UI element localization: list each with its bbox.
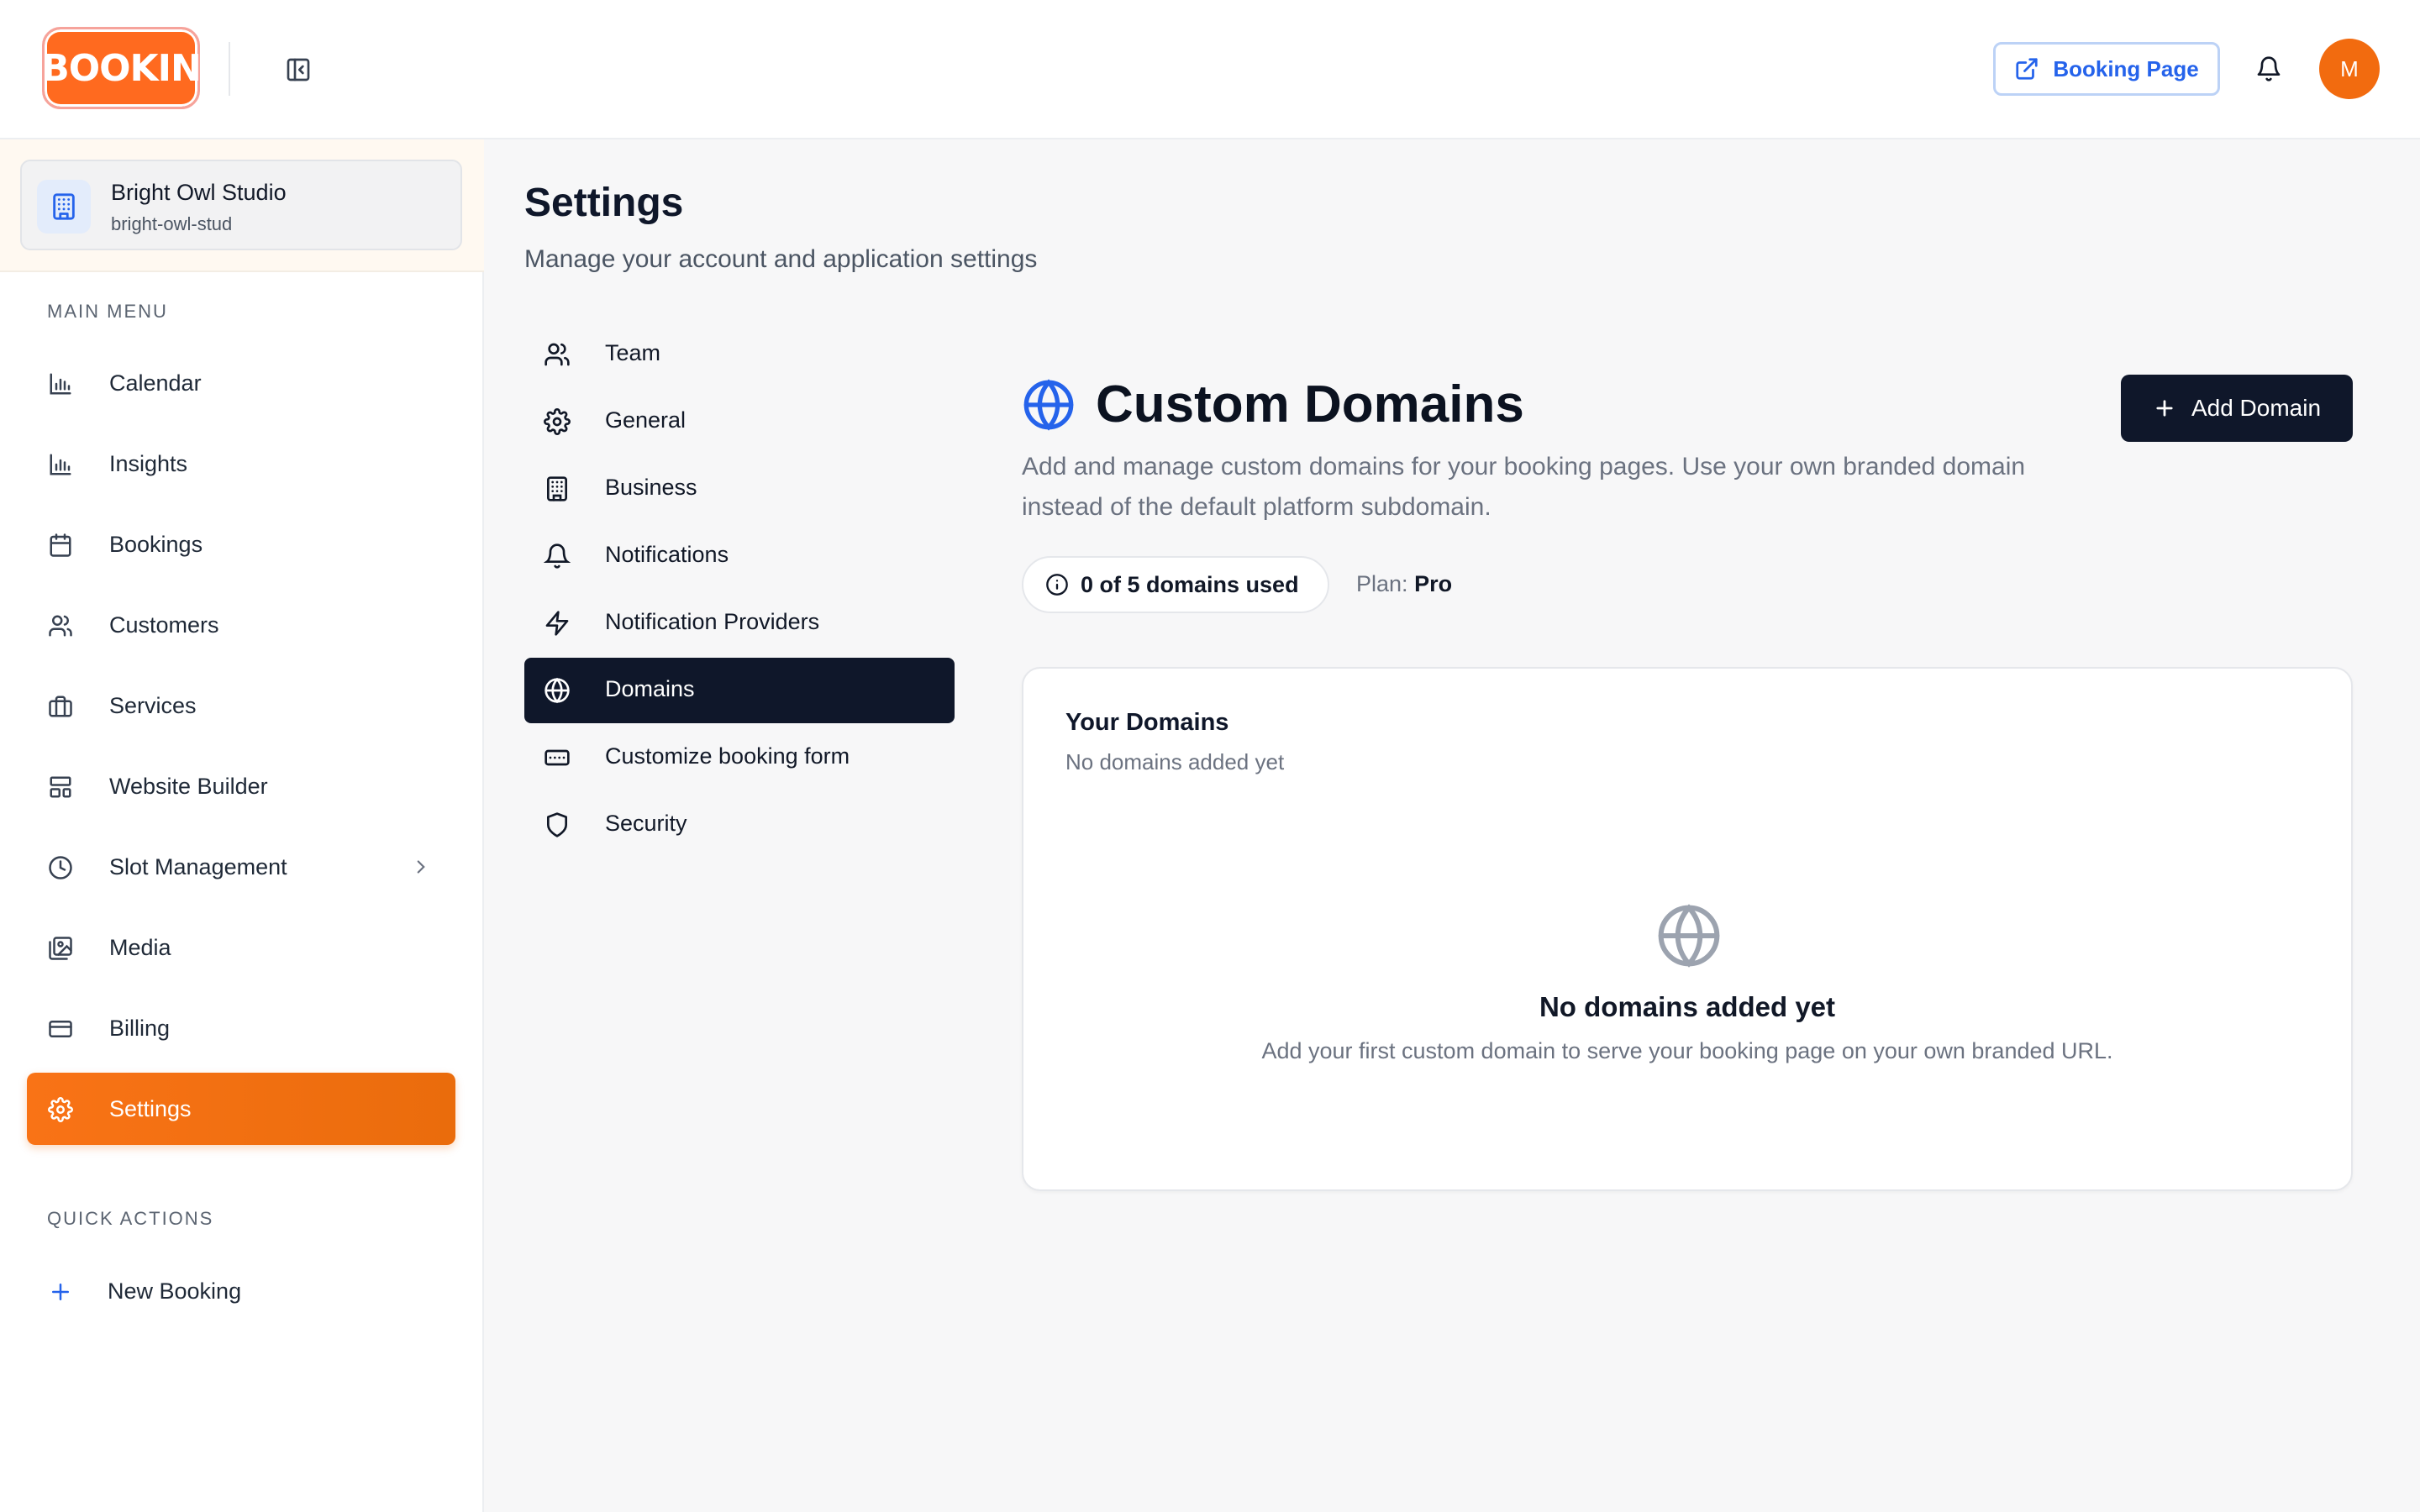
credit-card-icon: [47, 1016, 74, 1042]
sidebar-item-label: Bookings: [109, 531, 203, 557]
user-avatar[interactable]: M: [2319, 39, 2380, 99]
domain-usage-text: 0 of 5 domains used: [1081, 571, 1299, 597]
header-divider: [229, 42, 230, 96]
sidebar-item-bookings[interactable]: Bookings: [27, 508, 455, 580]
domain-usage-badge: 0 of 5 domains used: [1022, 556, 1329, 613]
page-title: Settings: [524, 181, 684, 225]
booking-page-button[interactable]: Booking Page: [1993, 42, 2220, 96]
settings-nav-label: Notifications: [605, 542, 729, 567]
sidebar-item-label: Billing: [109, 1015, 171, 1041]
org-name: Bright Owl Studio: [111, 180, 287, 205]
brand-logo[interactable]: BOOKIN: [41, 27, 202, 109]
settings-nav-notification-providers[interactable]: Notification Providers: [524, 591, 955, 656]
sidebar-item-calendar[interactable]: Calendar: [27, 347, 455, 419]
new-booking-button[interactable]: New Booking: [27, 1255, 455, 1327]
settings-nav-label: Team: [605, 340, 661, 365]
sidebar-item-settings[interactable]: Settings: [27, 1073, 455, 1145]
calendar-icon: [47, 532, 74, 559]
section-description: Add and manage custom domains for your b…: [1022, 453, 2026, 521]
domains-card-title: Your Domains: [1065, 709, 1229, 736]
settings-nav-business[interactable]: Business: [524, 456, 955, 522]
add-domain-label: Add Domain: [2191, 395, 2322, 421]
globe-icon: [543, 676, 571, 705]
top-header: BOOKIN Booking Page M: [0, 0, 2420, 139]
settings-nav-label: Business: [605, 475, 697, 500]
info-icon: [1046, 574, 1068, 596]
sidebar-item-insights[interactable]: Insights: [27, 428, 455, 500]
images-icon: [47, 935, 74, 962]
briefcase-icon: [47, 693, 74, 720]
shield-icon: [543, 811, 571, 839]
sidebar-item-label: Website Builder: [109, 773, 268, 799]
gear-icon: [543, 407, 571, 436]
booking-page-label: Booking Page: [2053, 55, 2199, 81]
sidebar-item-customers[interactable]: Customers: [27, 589, 455, 661]
sidebar-item-label: Settings: [109, 1095, 192, 1121]
domains-card: Your Domains No domains added yet No dom…: [1022, 667, 2353, 1191]
sidebar-item-label: Customers: [109, 612, 219, 638]
sidebar-item-label: Media: [109, 934, 171, 960]
bell-icon: [2257, 56, 2281, 81]
settings-nav-security[interactable]: Security: [524, 792, 955, 858]
quick-actions-label: QUICK ACTIONS: [47, 1208, 214, 1229]
add-domain-button[interactable]: Add Domain: [2121, 375, 2353, 442]
main-menu-label: MAIN MENU: [47, 301, 168, 322]
empty-state-title: No domains added yet: [1539, 991, 1836, 1022]
settings-nav-label: General: [605, 407, 687, 433]
panel-collapse-icon: [287, 58, 310, 81]
settings-nav-domains[interactable]: Domains: [524, 658, 955, 723]
settings-nav-team[interactable]: Team: [524, 322, 955, 387]
plus-icon: [2156, 400, 2173, 417]
settings-nav-label: Notification Providers: [605, 609, 820, 634]
settings-nav-customize-booking-form[interactable]: Customize booking form: [524, 725, 955, 790]
new-booking-label: New Booking: [108, 1278, 242, 1304]
plan-label: Plan:: [1356, 571, 1408, 596]
sidebar-item-services[interactable]: Services: [27, 669, 455, 742]
plan-indicator: Plan: Pro: [1356, 571, 1452, 597]
plus-icon: [47, 1278, 74, 1305]
brand-logo-text: BOOKIN: [41, 46, 202, 90]
sidebar-item-media[interactable]: Media: [27, 911, 455, 984]
org-switcher-area: Bright Owl Studio bright-owl-stud: [0, 139, 484, 272]
building-icon: [37, 180, 91, 234]
globe-icon: [1658, 904, 1720, 968]
form-icon: [543, 743, 571, 772]
settings-nav-label: Domains: [605, 676, 695, 701]
external-link-icon: [2016, 58, 2038, 80]
sidebar-item-label: Calendar: [109, 370, 202, 396]
empty-state-description: Add your first custom domain to serve yo…: [1261, 1038, 2113, 1063]
settings-nav-notifications[interactable]: Notifications: [524, 523, 955, 589]
avatar-initial: M: [2340, 55, 2359, 81]
settings-nav-general[interactable]: General: [524, 389, 955, 454]
sidebar-item-label: Slot Management: [109, 853, 287, 879]
domains-card-subtitle: No domains added yet: [1065, 749, 1285, 774]
sidebar-item-slot-management[interactable]: Slot Management: [27, 831, 455, 903]
users-icon: [543, 340, 571, 369]
sidebar-item-label: Insights: [109, 450, 188, 476]
users-icon: [47, 612, 74, 639]
chart-bars-icon: [47, 370, 74, 397]
sidebar: Bright Owl Studio bright-owl-stud MAIN M…: [0, 139, 484, 1512]
sidebar-item-label: Services: [109, 692, 197, 718]
org-switcher[interactable]: Bright Owl Studio bright-owl-stud: [20, 160, 462, 250]
gear-icon: [47, 1096, 74, 1123]
section-title: Custom Domains: [1096, 375, 1524, 433]
sidebar-toggle-button[interactable]: [282, 54, 314, 86]
settings-nav-label: Customize booking form: [605, 743, 850, 769]
org-slug: bright-owl-stud: [111, 213, 233, 234]
notifications-button[interactable]: [2252, 52, 2286, 86]
chevron-right-icon: [417, 860, 425, 874]
lightning-icon: [543, 609, 571, 638]
chart-bars-icon: [47, 451, 74, 478]
clock-icon: [47, 854, 74, 881]
plan-value: Pro: [1414, 571, 1453, 596]
building-icon: [543, 475, 571, 503]
bell-icon: [543, 542, 571, 570]
sidebar-item-website-builder[interactable]: Website Builder: [27, 750, 455, 822]
page-subtitle: Manage your account and application sett…: [524, 245, 1038, 273]
sidebar-item-billing[interactable]: Billing: [27, 992, 455, 1064]
layout-icon: [47, 774, 74, 801]
globe-icon: [1023, 379, 1074, 431]
settings-nav-label: Security: [605, 811, 687, 836]
